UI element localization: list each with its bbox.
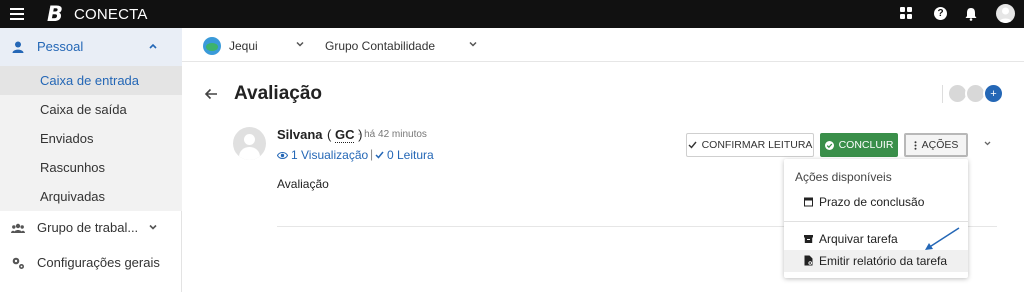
apps-icon[interactable]: [900, 7, 914, 21]
back-arrow-icon[interactable]: [204, 87, 218, 101]
views-link[interactable]: 1 Visualização: [276, 148, 369, 162]
sidebar: Pessoal Caixa de entrada Caixa de saída …: [0, 28, 182, 292]
menu-item-prazo-de-conclusao[interactable]: Prazo de conclusão: [784, 191, 968, 213]
reads-link[interactable]: 0 Leitura: [375, 148, 434, 162]
divider: [784, 221, 968, 222]
sidebar-item-rascunhos[interactable]: Rascunhos: [0, 153, 182, 182]
annotation-arrow-icon: [925, 227, 960, 250]
sidebar-item-label: Arquivadas: [40, 189, 106, 204]
archive-icon: [804, 235, 813, 243]
organization-avatar: [203, 37, 221, 55]
sidebar-item-label: Rascunhos: [40, 160, 106, 175]
app-name: CONECTA: [74, 6, 148, 23]
bell-icon[interactable]: [964, 7, 978, 21]
sidebar-item-caixa-de-saida[interactable]: Caixa de saída: [0, 95, 182, 124]
gears-icon: [12, 257, 24, 269]
sidebar-item-label: Enviados: [40, 131, 94, 146]
group-icon: [11, 223, 25, 233]
report-icon: [804, 255, 813, 266]
sidebar-item-label: Caixa de saída: [40, 102, 127, 117]
chevron-down-icon[interactable]: [468, 39, 478, 49]
organization-selector[interactable]: Jequi: [229, 39, 258, 53]
sidebar-item-arquivadas[interactable]: Arquivadas: [0, 182, 182, 211]
calendar-icon: [804, 197, 813, 207]
participants: +: [947, 83, 1007, 105]
sender-avatar: [233, 127, 266, 160]
chevron-down-icon[interactable]: [295, 39, 305, 49]
conclude-label: CONCLUIR: [838, 139, 894, 151]
sidebar-item-enviados[interactable]: Enviados: [0, 124, 182, 153]
check-circle-icon: [824, 140, 834, 150]
menu-icon[interactable]: [10, 8, 24, 20]
sidebar-item-caixa-de-entrada[interactable]: Caixa de entrada: [0, 66, 182, 95]
divider: [942, 85, 943, 103]
separator: |: [370, 147, 374, 161]
chevron-down-icon[interactable]: [983, 139, 992, 148]
sidebar-item-label: Caixa de entrada: [40, 73, 140, 88]
help-icon[interactable]: ?: [934, 7, 947, 20]
sender-name: Silvana: [277, 127, 323, 142]
check-icon: [688, 141, 697, 149]
sidebar-group-label: Pessoal: [37, 39, 84, 54]
page-title: Avaliação: [234, 83, 323, 104]
sidebar-group-label: Grupo de trabal...: [37, 220, 139, 235]
context-bar: Jequi Grupo Contabilidade: [182, 28, 1024, 62]
eye-icon: [276, 152, 289, 159]
menu-item-label: Prazo de conclusão: [819, 195, 925, 209]
menu-item-label: Emitir relatório da tarefa: [819, 254, 948, 268]
confirm-read-label: CONFIRMAR LEITURA: [701, 139, 813, 151]
actions-dropdown: Ações disponíveis Prazo de conclusão Arq…: [784, 159, 968, 278]
add-participant-button[interactable]: +: [983, 83, 1004, 104]
user-avatar[interactable]: [996, 4, 1015, 23]
sidebar-group-pessoal[interactable]: Pessoal: [0, 28, 182, 66]
person-icon: [12, 41, 24, 53]
more-vertical-icon: [914, 140, 917, 150]
group-selector[interactable]: Grupo Contabilidade: [325, 39, 435, 53]
brand-logo: B: [47, 2, 64, 26]
confirm-read-button[interactable]: CONFIRMAR LEITURA: [686, 133, 814, 157]
chevron-up-icon: [149, 43, 157, 49]
reads-label: 0 Leitura: [387, 148, 434, 162]
menu-item-label: Arquivar tarefa: [819, 232, 898, 246]
check-icon: [375, 151, 384, 159]
sidebar-group-configuracoes[interactable]: Configurações gerais: [0, 244, 182, 282]
conclude-button[interactable]: CONCLUIR: [820, 133, 898, 157]
message-body: Avaliação: [277, 177, 329, 191]
chevron-down-icon: [149, 224, 157, 230]
sidebar-group-grupo-de-trabalho[interactable]: Grupo de trabal...: [0, 209, 182, 247]
message-time: - há 42 minutos: [358, 129, 427, 140]
top-bar: B CONECTA ?: [0, 0, 1024, 28]
sender-tag-label: GC: [334, 127, 355, 143]
views-label: 1 Visualização: [291, 148, 369, 162]
dropdown-header: Ações disponíveis: [795, 170, 892, 184]
actions-label: AÇÕES: [921, 139, 959, 151]
actions-button[interactable]: AÇÕES: [904, 133, 968, 157]
sender-tag-open: (: [327, 127, 332, 142]
sidebar-group-label: Configurações gerais: [37, 255, 160, 270]
